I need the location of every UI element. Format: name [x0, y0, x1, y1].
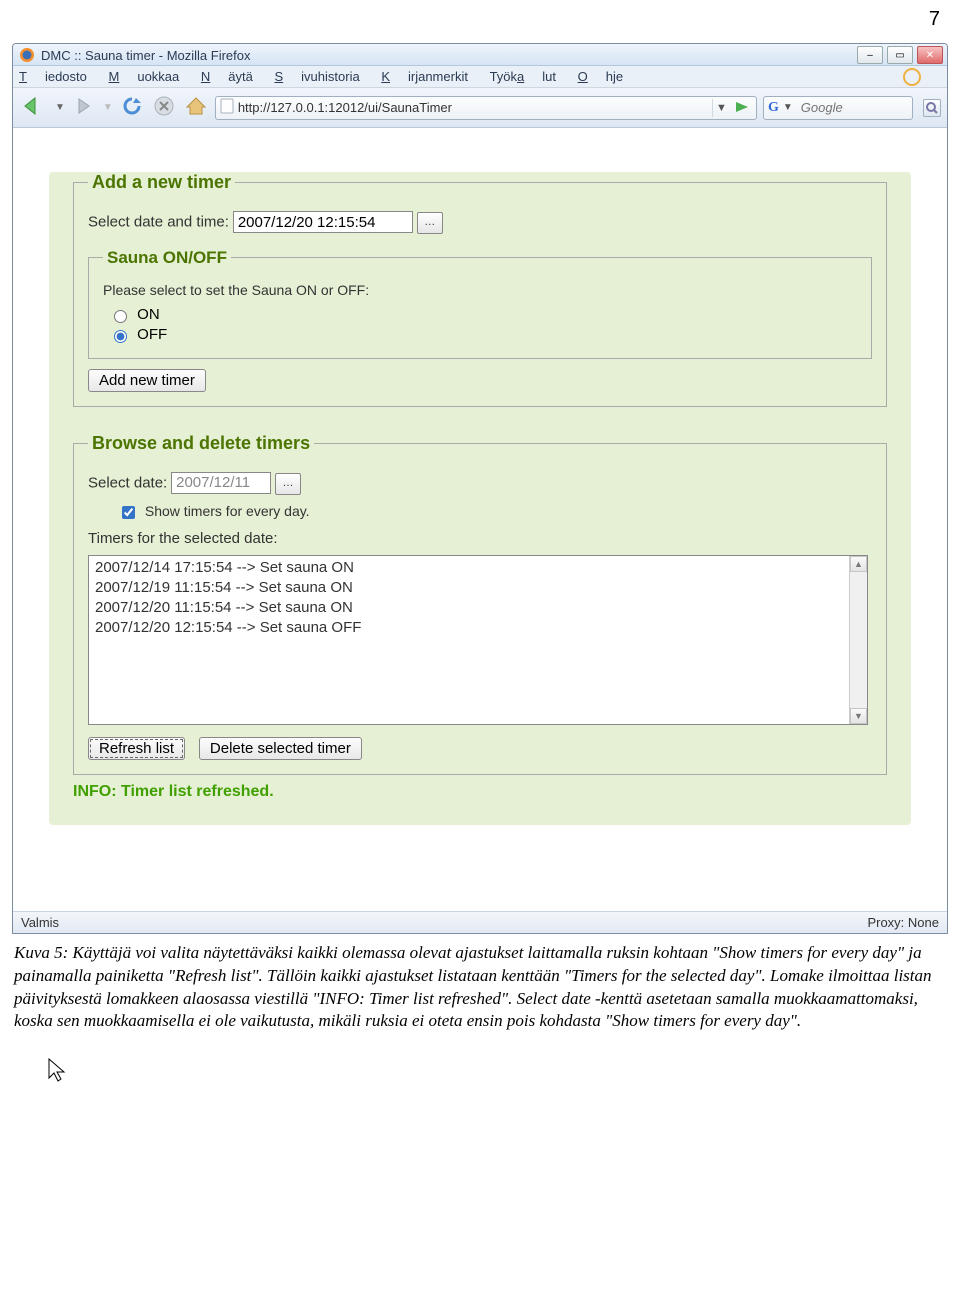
- listbox-scrollbar[interactable]: ▲ ▼: [849, 556, 867, 724]
- mouse-cursor-icon: [48, 1058, 68, 1084]
- add-timer-legend: Add a new timer: [88, 172, 235, 193]
- window-title: DMC :: Sauna timer - Mozilla Firefox: [41, 48, 941, 63]
- show-every-label: Show timers for every day.: [145, 503, 310, 519]
- menu-nayta[interactable]: Näytä: [201, 69, 253, 84]
- status-left: Valmis: [21, 915, 59, 930]
- window-maximize-button[interactable]: ▭: [887, 46, 913, 64]
- menubar: Tiedosto Muokkaa Näytä Sivuhistoria Kirj…: [13, 66, 947, 88]
- app-panel: Add a new timer Select date and time: Sa…: [49, 172, 911, 825]
- status-right: Proxy: None: [867, 915, 939, 930]
- refresh-list-button[interactable]: Refresh list: [88, 737, 185, 760]
- search-engine-icon[interactable]: G: [768, 100, 779, 116]
- home-button[interactable]: [183, 93, 209, 122]
- add-timer-button[interactable]: Add new timer: [88, 369, 206, 392]
- firefox-icon: [19, 47, 35, 63]
- list-item[interactable]: 2007/12/20 12:15:54 --> Set sauna OFF: [89, 618, 867, 638]
- select-date-label: Select date:: [88, 474, 167, 491]
- radio-on[interactable]: [114, 310, 127, 323]
- url-history-dropdown-icon[interactable]: ▼: [712, 99, 730, 117]
- browse-delete-legend: Browse and delete timers: [88, 433, 314, 454]
- statusbar: Valmis Proxy: None: [13, 911, 947, 933]
- delete-timer-button[interactable]: Delete selected timer: [199, 737, 362, 760]
- sauna-onoff-legend: Sauna ON/OFF: [103, 248, 231, 268]
- datetime-picker-button[interactable]: [417, 212, 443, 234]
- scroll-up-icon[interactable]: ▲: [850, 556, 867, 572]
- window-close-button[interactable]: ✕: [917, 46, 943, 64]
- info-message: INFO: Timer list refreshed.: [73, 783, 887, 801]
- timers-for-label: Timers for the selected date:: [88, 530, 872, 547]
- back-button[interactable]: [19, 92, 49, 123]
- sauna-onoff-fieldset: Sauna ON/OFF Please select to set the Sa…: [88, 248, 872, 359]
- page-type-icon: [220, 98, 234, 117]
- reload-button[interactable]: [119, 93, 145, 122]
- search-box[interactable]: G ▼: [763, 96, 913, 120]
- list-item[interactable]: 2007/12/14 17:15:54 --> Set sauna ON: [89, 558, 867, 578]
- forward-button[interactable]: [71, 93, 97, 122]
- go-button-icon[interactable]: [734, 99, 752, 117]
- titlebar: DMC :: Sauna timer - Mozilla Firefox – ▭…: [13, 44, 947, 66]
- timer-listbox[interactable]: 2007/12/14 17:15:54 --> Set sauna ON 200…: [88, 555, 868, 725]
- page-number: 7: [0, 0, 960, 31]
- stop-button[interactable]: [151, 93, 177, 122]
- back-dropdown-icon[interactable]: ▼: [55, 102, 65, 113]
- search-engine-dropdown-icon[interactable]: ▼: [783, 102, 793, 113]
- page-content: Add a new timer Select date and time: Sa…: [13, 128, 947, 911]
- list-item[interactable]: 2007/12/19 11:15:54 --> Set sauna ON: [89, 578, 867, 598]
- sauna-prompt-label: Please select to set the Sauna ON or OFF…: [103, 282, 857, 298]
- menu-tiedosto[interactable]: Tiedosto: [19, 69, 87, 84]
- address-bar[interactable]: ▼: [215, 96, 757, 120]
- menu-muokkaa[interactable]: Muokkaa: [109, 69, 180, 84]
- add-timer-fieldset: Add a new timer Select date and time: Sa…: [73, 172, 887, 407]
- datetime-input[interactable]: [233, 211, 413, 233]
- url-input[interactable]: [234, 100, 712, 115]
- activity-indicator-icon: [903, 68, 921, 86]
- search-go-icon[interactable]: [923, 99, 941, 117]
- browse-delete-fieldset: Browse and delete timers Select date: Sh…: [73, 433, 887, 775]
- date-input: [171, 472, 271, 494]
- menu-kirjanmerkit[interactable]: Kirjanmerkit: [381, 69, 468, 84]
- radio-on-label: ON: [137, 306, 160, 323]
- menu-tyokalut[interactable]: Työkalut: [490, 69, 556, 84]
- browser-window: DMC :: Sauna timer - Mozilla Firefox – ▭…: [12, 43, 948, 934]
- menu-sivuhistoria[interactable]: Sivuhistoria: [274, 69, 359, 84]
- figure-caption: Kuva 5: Käyttäjä voi valita näytettäväks…: [0, 934, 960, 1048]
- radio-off-label: OFF: [137, 326, 167, 343]
- show-every-checkbox[interactable]: [122, 506, 135, 519]
- window-minimize-button[interactable]: –: [857, 46, 883, 64]
- radio-off[interactable]: [114, 330, 127, 343]
- nav-toolbar: ▼ ▼ ▼ G ▼: [13, 88, 947, 128]
- scroll-down-icon[interactable]: ▼: [850, 708, 867, 724]
- menu-ohje[interactable]: Ohje: [578, 69, 623, 84]
- forward-dropdown-icon[interactable]: ▼: [103, 102, 113, 113]
- list-item[interactable]: 2007/12/20 11:15:54 --> Set sauna ON: [89, 598, 867, 618]
- date-picker-button[interactable]: [275, 473, 301, 495]
- select-datetime-label: Select date and time:: [88, 214, 229, 231]
